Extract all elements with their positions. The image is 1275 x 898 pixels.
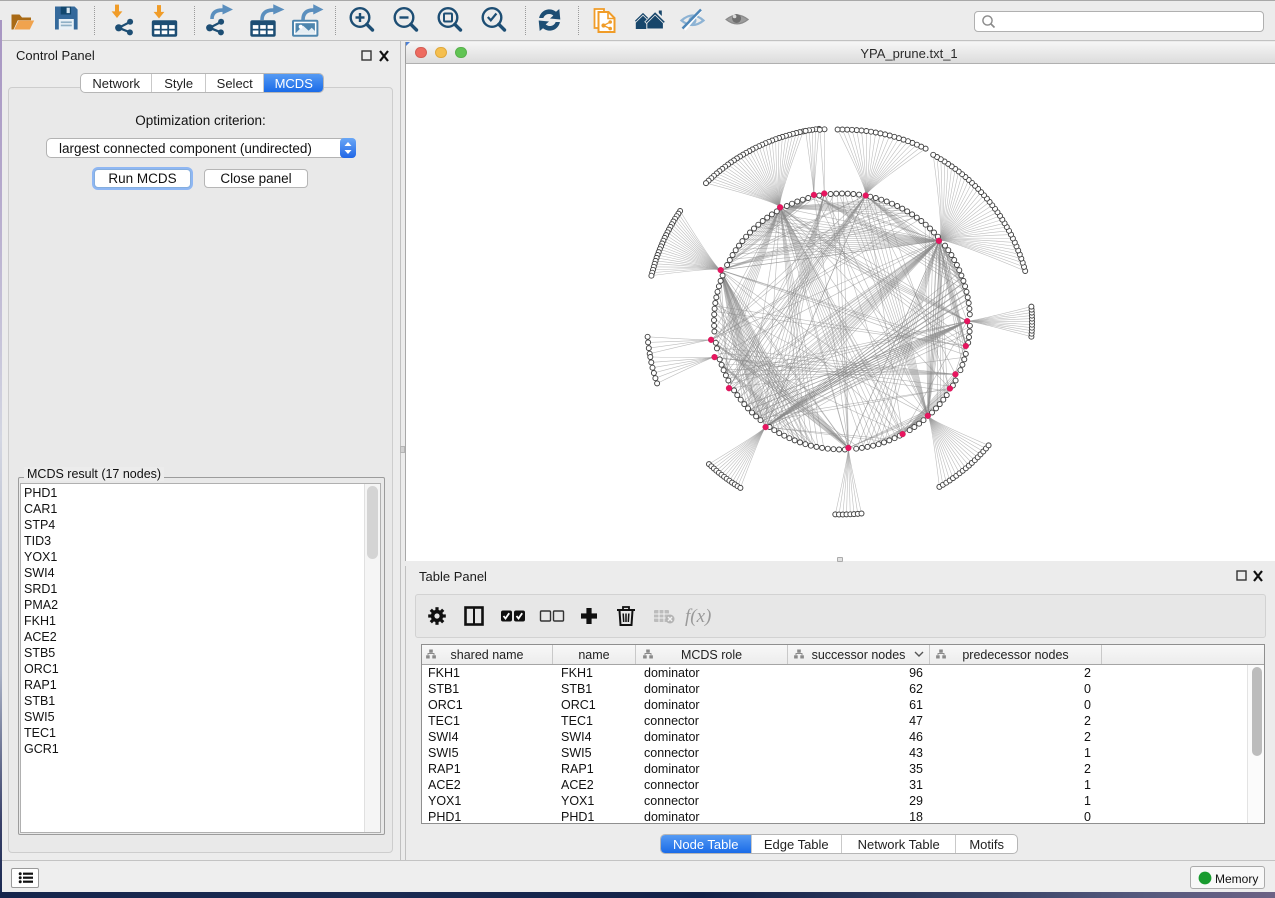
svg-text:f(x): f(x) bbox=[685, 606, 711, 627]
